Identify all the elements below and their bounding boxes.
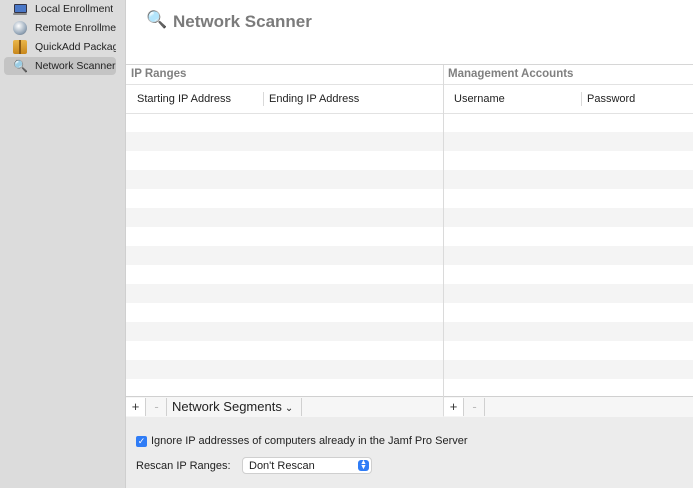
ip-ranges-title: IP Ranges <box>131 68 187 80</box>
table-row <box>126 322 443 341</box>
management-accounts-header: Username Password <box>444 84 693 114</box>
rescan-ip-ranges-label: Rescan IP Ranges: <box>136 460 231 472</box>
table-row <box>126 341 443 360</box>
table-row <box>126 132 443 151</box>
table-row <box>444 303 693 322</box>
table-row <box>126 227 443 246</box>
table-row <box>444 322 693 341</box>
sidebar-item-label: Local Enrollment <box>35 3 114 15</box>
magnifier-icon: 🔍 <box>146 10 168 29</box>
column-header-starting-ip[interactable]: Starting IP Address <box>137 93 231 105</box>
ip-ranges-table[interactable] <box>126 113 443 395</box>
column-header-ending-ip[interactable]: Ending IP Address <box>269 93 359 105</box>
table-row <box>126 360 443 379</box>
table-row <box>444 208 693 227</box>
rescan-ip-ranges-value: Don't Rescan <box>249 460 315 472</box>
scan-options: ✓ Ignore IP addresses of computers alrea… <box>126 417 693 488</box>
sidebar-item-label: Remote Enrollment <box>35 22 116 34</box>
sidebar-item-label: QuickAdd Package <box>35 41 116 53</box>
updown-arrows-icon: ▲ ▼ <box>358 459 369 471</box>
table-row <box>444 284 693 303</box>
magnifier-icon: 🔍 <box>13 59 28 73</box>
rescan-ip-ranges-select[interactable]: Don't Rescan ▲ ▼ <box>242 457 372 474</box>
remove-ip-range-button[interactable]: - <box>147 398 167 416</box>
table-row <box>444 227 693 246</box>
management-accounts-toolbar: + - <box>444 396 693 417</box>
sidebar-item-remote-enrollment[interactable]: Remote Enrollment <box>4 19 116 37</box>
table-row <box>126 151 443 170</box>
table-row <box>444 132 693 151</box>
management-accounts-table[interactable] <box>444 113 693 395</box>
table-row <box>126 265 443 284</box>
column-divider[interactable] <box>581 92 582 106</box>
column-header-password[interactable]: Password <box>587 93 635 105</box>
laptop-icon <box>13 2 27 16</box>
column-header-username[interactable]: Username <box>454 93 505 105</box>
table-row <box>126 208 443 227</box>
add-account-button[interactable]: + <box>444 398 464 416</box>
network-segments-dropdown[interactable]: Network Segments ⌄ <box>168 398 302 416</box>
ip-ranges-panel: IP Ranges Starting IP Address Ending IP … <box>126 65 444 417</box>
table-row <box>126 170 443 189</box>
table-row <box>444 341 693 360</box>
globe-icon <box>13 21 27 35</box>
sidebar-item-quickadd-package[interactable]: QuickAdd Package <box>4 38 116 56</box>
table-row <box>126 246 443 265</box>
ignore-known-computers-checkbox[interactable]: ✓ <box>136 436 147 447</box>
page-header: 🔍 Network Scanner <box>126 0 693 65</box>
table-row <box>126 303 443 322</box>
sidebar-item-local-enrollment[interactable]: Local Enrollment <box>4 0 116 18</box>
table-row <box>444 151 693 170</box>
table-row <box>444 170 693 189</box>
management-accounts-title: Management Accounts <box>448 68 574 80</box>
chevron-down-icon: ⌄ <box>284 403 294 414</box>
table-row <box>126 189 443 208</box>
main-content: 🔍 Network Scanner IP Ranges Starting IP … <box>126 0 693 488</box>
ip-ranges-toolbar: + - Network Segments ⌄ <box>126 396 443 417</box>
page-title: Network Scanner <box>173 12 312 31</box>
table-row <box>444 360 693 379</box>
sidebar: Local Enrollment Remote Enrollment Quick… <box>0 0 126 488</box>
ignore-known-computers-label[interactable]: Ignore IP addresses of computers already… <box>151 435 468 447</box>
table-row <box>444 189 693 208</box>
table-row <box>444 246 693 265</box>
sidebar-item-label: Network Scanner <box>35 60 116 72</box>
table-row <box>126 113 443 132</box>
table-row <box>444 265 693 284</box>
ip-ranges-header: Starting IP Address Ending IP Address <box>126 84 443 114</box>
sidebar-item-network-scanner[interactable]: 🔍 Network Scanner <box>4 57 116 75</box>
network-segments-label: Network Segments <box>172 399 282 414</box>
table-row <box>126 284 443 303</box>
remove-account-button[interactable]: - <box>465 398 485 416</box>
management-accounts-panel: Management Accounts Username Password + … <box>444 65 693 417</box>
table-row <box>444 113 693 132</box>
column-divider[interactable] <box>263 92 264 106</box>
add-ip-range-button[interactable]: + <box>126 398 146 416</box>
package-icon <box>13 40 27 54</box>
